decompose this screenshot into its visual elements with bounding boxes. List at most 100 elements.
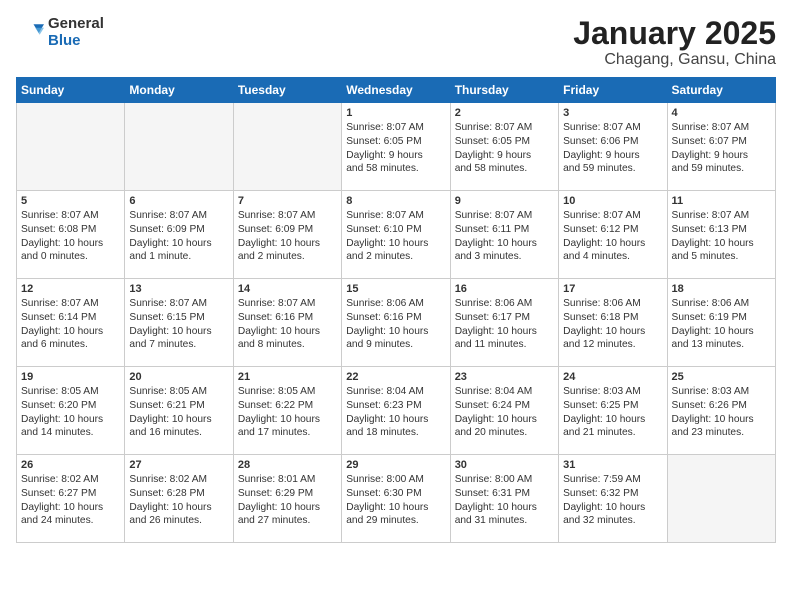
calendar-day-cell: 16 Sunrise: 8:06 AM Sunset: 6:17 PM Dayli… bbox=[450, 279, 558, 367]
day-number: 1 bbox=[346, 107, 445, 119]
calendar-body: 1 Sunrise: 8:07 AM Sunset: 6:05 PM Daylig… bbox=[17, 103, 776, 543]
day-info: Sunrise: 8:07 AM Sunset: 6:12 PM Dayligh… bbox=[563, 209, 662, 264]
day-info: Sunrise: 8:02 AM Sunset: 6:28 PM Dayligh… bbox=[129, 473, 228, 528]
calendar-title: January 2025 bbox=[573, 16, 776, 51]
day-number: 29 bbox=[346, 459, 445, 471]
day-info: Sunrise: 8:07 AM Sunset: 6:16 PM Dayligh… bbox=[238, 297, 337, 352]
day-number: 3 bbox=[563, 107, 662, 119]
logo-icon bbox=[16, 19, 44, 47]
calendar-day-cell: 10 Sunrise: 8:07 AM Sunset: 6:12 PM Dayli… bbox=[559, 191, 667, 279]
day-number: 5 bbox=[21, 195, 120, 207]
calendar-day-cell: 12Sunrise: 8:07 AM Sunset: 6:14 PM Dayli… bbox=[17, 279, 125, 367]
day-info: Sunrise: 8:04 AM Sunset: 6:24 PM Dayligh… bbox=[455, 385, 554, 440]
calendar-week-row: 19 Sunrise: 8:05 AM Sunset: 6:20 PM Dayli… bbox=[17, 367, 776, 455]
day-number: 7 bbox=[238, 195, 337, 207]
day-number: 22 bbox=[346, 371, 445, 383]
calendar-day-cell: 25Sunrise: 8:03 AM Sunset: 6:26 PM Dayli… bbox=[667, 367, 775, 455]
calendar-day-cell: 20 Sunrise: 8:05 AM Sunset: 6:21 PM Dayli… bbox=[125, 367, 233, 455]
calendar-day-cell bbox=[667, 455, 775, 543]
calendar-day-cell bbox=[17, 103, 125, 191]
day-info: Sunrise: 8:07 AM Sunset: 6:11 PM Dayligh… bbox=[455, 209, 554, 264]
day-info: Sunrise: 8:07 AM Sunset: 6:05 PM Dayligh… bbox=[346, 121, 445, 176]
calendar-day-cell: 21 Sunrise: 8:05 AM Sunset: 6:22 PM Dayli… bbox=[233, 367, 341, 455]
logo-text: General Blue bbox=[48, 16, 104, 49]
day-info: Sunrise: 8:07 AM Sunset: 6:13 PM Dayligh… bbox=[672, 209, 771, 264]
page-header: General Blue January 2025 Chagang, Gansu… bbox=[16, 16, 776, 69]
day-info: Sunrise: 8:07 AM Sunset: 6:09 PM Dayligh… bbox=[129, 209, 228, 264]
day-info: Sunrise: 8:05 AM Sunset: 6:20 PM Dayligh… bbox=[21, 385, 120, 440]
day-info: Sunrise: 8:07 AM Sunset: 6:05 PM Dayligh… bbox=[455, 121, 554, 176]
weekday-header-cell: Friday bbox=[559, 78, 667, 103]
day-number: 8 bbox=[346, 195, 445, 207]
day-info: Sunrise: 8:07 AM Sunset: 6:06 PM Dayligh… bbox=[563, 121, 662, 176]
day-info: Sunrise: 8:07 AM Sunset: 6:07 PM Dayligh… bbox=[672, 121, 771, 176]
day-info: Sunrise: 8:00 AM Sunset: 6:30 PM Dayligh… bbox=[346, 473, 445, 528]
day-info: Sunrise: 7:59 AM Sunset: 6:32 PM Dayligh… bbox=[563, 473, 662, 528]
day-info: Sunrise: 8:07 AM Sunset: 6:14 PM Dayligh… bbox=[21, 297, 120, 352]
calendar-day-cell: 1 Sunrise: 8:07 AM Sunset: 6:05 PM Daylig… bbox=[342, 103, 450, 191]
calendar-day-cell: 13Sunrise: 8:07 AM Sunset: 6:15 PM Dayli… bbox=[125, 279, 233, 367]
calendar-day-cell: 17Sunrise: 8:06 AM Sunset: 6:18 PM Dayli… bbox=[559, 279, 667, 367]
day-info: Sunrise: 8:06 AM Sunset: 6:19 PM Dayligh… bbox=[672, 297, 771, 352]
calendar-day-cell: 22 Sunrise: 8:04 AM Sunset: 6:23 PM Dayli… bbox=[342, 367, 450, 455]
weekday-header-cell: Tuesday bbox=[233, 78, 341, 103]
calendar-day-cell: 3 Sunrise: 8:07 AM Sunset: 6:06 PM Daylig… bbox=[559, 103, 667, 191]
calendar-week-row: 1 Sunrise: 8:07 AM Sunset: 6:05 PM Daylig… bbox=[17, 103, 776, 191]
day-number: 28 bbox=[238, 459, 337, 471]
calendar-day-cell: 6Sunrise: 8:07 AM Sunset: 6:09 PM Daylig… bbox=[125, 191, 233, 279]
day-info: Sunrise: 8:05 AM Sunset: 6:22 PM Dayligh… bbox=[238, 385, 337, 440]
calendar-subtitle: Chagang, Gansu, China bbox=[573, 51, 776, 69]
weekday-header-row: SundayMondayTuesdayWednesdayThursdayFrid… bbox=[17, 78, 776, 103]
calendar-day-cell: 31 Sunrise: 7:59 AM Sunset: 6:32 PM Dayli… bbox=[559, 455, 667, 543]
calendar-day-cell: 9Sunrise: 8:07 AM Sunset: 6:11 PM Daylig… bbox=[450, 191, 558, 279]
calendar-day-cell: 18Sunrise: 8:06 AM Sunset: 6:19 PM Dayli… bbox=[667, 279, 775, 367]
calendar-week-row: 26Sunrise: 8:02 AM Sunset: 6:27 PM Dayli… bbox=[17, 455, 776, 543]
calendar-day-cell: 19 Sunrise: 8:05 AM Sunset: 6:20 PM Dayli… bbox=[17, 367, 125, 455]
day-number: 16 bbox=[455, 283, 554, 295]
day-info: Sunrise: 8:07 AM Sunset: 6:08 PM Dayligh… bbox=[21, 209, 120, 264]
title-area: January 2025 Chagang, Gansu, China bbox=[573, 16, 776, 69]
calendar-day-cell: 26Sunrise: 8:02 AM Sunset: 6:27 PM Dayli… bbox=[17, 455, 125, 543]
day-number: 20 bbox=[129, 371, 228, 383]
calendar-day-cell: 29 Sunrise: 8:00 AM Sunset: 6:30 PM Dayli… bbox=[342, 455, 450, 543]
day-info: Sunrise: 8:03 AM Sunset: 6:26 PM Dayligh… bbox=[672, 385, 771, 440]
calendar-day-cell: 7 Sunrise: 8:07 AM Sunset: 6:09 PM Daylig… bbox=[233, 191, 341, 279]
day-info: Sunrise: 8:04 AM Sunset: 6:23 PM Dayligh… bbox=[346, 385, 445, 440]
day-info: Sunrise: 8:06 AM Sunset: 6:18 PM Dayligh… bbox=[563, 297, 662, 352]
weekday-header-cell: Wednesday bbox=[342, 78, 450, 103]
day-info: Sunrise: 8:05 AM Sunset: 6:21 PM Dayligh… bbox=[129, 385, 228, 440]
calendar-week-row: 12Sunrise: 8:07 AM Sunset: 6:14 PM Dayli… bbox=[17, 279, 776, 367]
calendar-day-cell: 8 Sunrise: 8:07 AM Sunset: 6:10 PM Daylig… bbox=[342, 191, 450, 279]
calendar-day-cell: 28Sunrise: 8:01 AM Sunset: 6:29 PM Dayli… bbox=[233, 455, 341, 543]
weekday-header-cell: Sunday bbox=[17, 78, 125, 103]
weekday-header-cell: Saturday bbox=[667, 78, 775, 103]
day-info: Sunrise: 8:07 AM Sunset: 6:09 PM Dayligh… bbox=[238, 209, 337, 264]
logo-blue-text: Blue bbox=[48, 33, 104, 50]
day-number: 19 bbox=[21, 371, 120, 383]
day-info: Sunrise: 8:03 AM Sunset: 6:25 PM Dayligh… bbox=[563, 385, 662, 440]
calendar-day-cell bbox=[125, 103, 233, 191]
calendar-day-cell: 11Sunrise: 8:07 AM Sunset: 6:13 PM Dayli… bbox=[667, 191, 775, 279]
day-info: Sunrise: 8:02 AM Sunset: 6:27 PM Dayligh… bbox=[21, 473, 120, 528]
calendar-day-cell: 4 Sunrise: 8:07 AM Sunset: 6:07 PM Daylig… bbox=[667, 103, 775, 191]
calendar-day-cell bbox=[233, 103, 341, 191]
calendar-table: SundayMondayTuesdayWednesdayThursdayFrid… bbox=[16, 77, 776, 543]
day-number: 15 bbox=[346, 283, 445, 295]
weekday-header-cell: Monday bbox=[125, 78, 233, 103]
day-number: 21 bbox=[238, 371, 337, 383]
calendar-day-cell: 23 Sunrise: 8:04 AM Sunset: 6:24 PM Dayli… bbox=[450, 367, 558, 455]
day-info: Sunrise: 8:00 AM Sunset: 6:31 PM Dayligh… bbox=[455, 473, 554, 528]
day-number: 24 bbox=[563, 371, 662, 383]
day-info: Sunrise: 8:07 AM Sunset: 6:15 PM Dayligh… bbox=[129, 297, 228, 352]
day-info: Sunrise: 8:07 AM Sunset: 6:10 PM Dayligh… bbox=[346, 209, 445, 264]
calendar-day-cell: 5 Sunrise: 8:07 AM Sunset: 6:08 PM Daylig… bbox=[17, 191, 125, 279]
day-number: 10 bbox=[563, 195, 662, 207]
weekday-header-cell: Thursday bbox=[450, 78, 558, 103]
calendar-day-cell: 14Sunrise: 8:07 AM Sunset: 6:16 PM Dayli… bbox=[233, 279, 341, 367]
day-info: Sunrise: 8:06 AM Sunset: 6:17 PM Dayligh… bbox=[455, 297, 554, 352]
day-number: 4 bbox=[672, 107, 771, 119]
calendar-day-cell: 30Sunrise: 8:00 AM Sunset: 6:31 PM Dayli… bbox=[450, 455, 558, 543]
day-number: 31 bbox=[563, 459, 662, 471]
calendar-day-cell: 24 Sunrise: 8:03 AM Sunset: 6:25 PM Dayli… bbox=[559, 367, 667, 455]
day-number: 23 bbox=[455, 371, 554, 383]
